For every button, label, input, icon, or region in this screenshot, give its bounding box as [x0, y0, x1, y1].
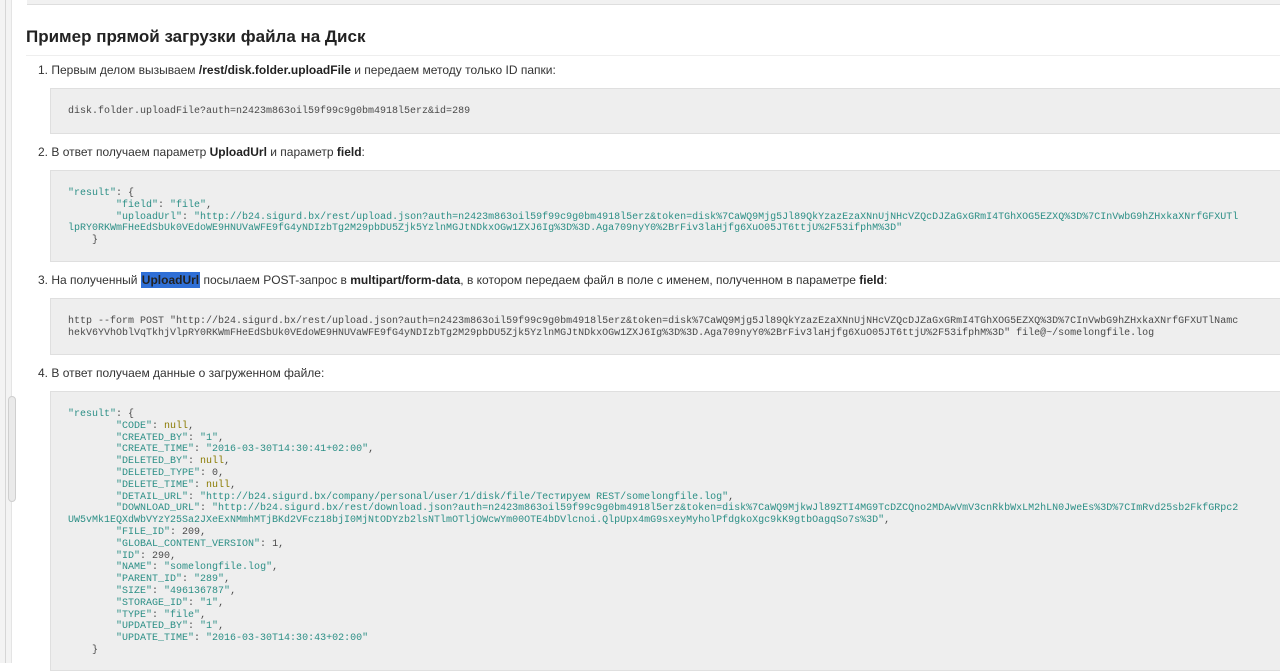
- json-key: "PARENT_ID": [116, 574, 183, 586]
- step-number: 4.: [38, 366, 49, 380]
- json-key: "STORAGE_ID": [116, 597, 189, 609]
- json-punct: : {: [116, 188, 135, 199]
- json-value: null: [164, 420, 189, 432]
- step-text: и параметр: [266, 145, 337, 159]
- json-key: "CODE": [116, 420, 153, 432]
- json-key: "DELETE_TIME": [116, 479, 195, 491]
- json-key: "DETAIL_URL": [116, 491, 189, 503]
- json-key: "field": [116, 199, 159, 211]
- json-value: 290: [152, 550, 171, 562]
- json-punct: }: [92, 644, 99, 656]
- method-name: /rest/disk.folder.uploadFile: [198, 63, 351, 77]
- json-value: "file": [164, 609, 201, 621]
- step-number: 2.: [38, 145, 49, 159]
- code-line: disk.folder.uploadFile?auth=n2423m863oil…: [68, 106, 471, 117]
- json-value: "289": [194, 574, 225, 586]
- json-value: "2016-03-30T14:30:43+02:00": [206, 633, 369, 645]
- code-block-post: http --form POST "http://b24.sigurd.bx/r…: [50, 298, 1280, 355]
- step-1: 1. Первым делом вызываем /rest/disk.fold…: [38, 63, 556, 77]
- json-key: "CREATE_TIME": [116, 444, 195, 456]
- json-value: null: [206, 479, 231, 491]
- step-text: :: [361, 145, 365, 159]
- json-key: "SIZE": [116, 585, 153, 597]
- json-value: "http://b24.sigurd.bx/rest/download.json…: [212, 503, 1239, 515]
- json-value: null: [200, 456, 225, 468]
- step-text: посылаем POST-запрос в: [200, 273, 351, 287]
- json-value: "somelongfile.log": [164, 562, 273, 574]
- resize-handle[interactable]: [8, 396, 16, 502]
- step-text: В ответ получаем данные о загруженном фа…: [48, 366, 325, 380]
- json-key: "uploadUrl": [116, 211, 183, 223]
- step-text: Первым делом вызываем: [48, 63, 199, 77]
- selected-text-uploadurl[interactable]: UploadUrl: [140, 272, 201, 288]
- step-number: 3.: [38, 273, 49, 287]
- content-type: multipart/form-data: [350, 273, 461, 287]
- json-value: "http://b24.sigurd.bx/company/personal/u…: [200, 491, 729, 503]
- json-value: "496136787": [164, 585, 231, 597]
- step-text: На полученный: [48, 273, 141, 287]
- json-key: "result": [68, 409, 117, 420]
- json-value: UW5vMk1EQXdWbVYzY25Sa2JXeExNMmhMTjBKd2VF…: [68, 515, 885, 527]
- json-key: "TYPE": [116, 609, 153, 621]
- json-value: "http://b24.sigurd.bx/rest/upload.json?a…: [194, 211, 1239, 223]
- code-block-file-data: "result": { "CODE": null, "CREATED_BY": …: [50, 391, 1280, 671]
- page-title: Пример прямой загрузки файла на Диск: [26, 27, 366, 46]
- json-value: "2016-03-30T14:30:41+02:00": [206, 444, 369, 456]
- json-value: lpRY0RKWmFHeEdSbUk0VEdoWE9HNUVaWFE9fG4yN…: [68, 223, 903, 235]
- json-key: "DELETED_BY": [116, 456, 189, 468]
- json-value: "1": [200, 597, 219, 609]
- title-divider: [26, 55, 1280, 56]
- json-key: "DOWNLOAD_URL": [116, 503, 201, 515]
- json-value: "1": [200, 621, 219, 633]
- step-2: 2. В ответ получаем параметр UploadUrl и…: [38, 145, 365, 159]
- left-rail: [0, 0, 12, 663]
- json-key: "NAME": [116, 562, 153, 574]
- step-text: :: [883, 273, 888, 287]
- step-text: , в котором передаем файл в поле с имене…: [460, 273, 860, 287]
- step-text: и передаем методу только ID папки:: [350, 63, 556, 77]
- rail-line: [5, 0, 6, 663]
- json-punct: : {: [116, 409, 135, 420]
- code-block-response: "result": { "field": "file", "uploadUrl"…: [50, 170, 1280, 262]
- param-field: field: [336, 145, 362, 159]
- json-key: "GLOBAL_CONTENT_VERSION": [116, 538, 261, 550]
- step-4: 4. В ответ получаем данные о загруженном…: [38, 366, 324, 380]
- json-punct: }: [92, 235, 99, 247]
- json-key: "DELETED_TYPE": [116, 467, 201, 479]
- code-block-request: disk.folder.uploadFile?auth=n2423m863oil…: [50, 88, 1280, 134]
- json-key: "ID": [116, 550, 141, 562]
- code-line: hekV6YVhOblVqTkhjVlpRY0RKWmFHeEdSbUk0VEd…: [68, 327, 1155, 339]
- step-text: В ответ получаем параметр: [48, 145, 210, 159]
- step-3: 3. На полученный UploadUrl посылаем POST…: [38, 272, 888, 288]
- json-value: "1": [200, 432, 219, 444]
- json-key: "result": [68, 188, 117, 199]
- json-key: "UPDATE_TIME": [116, 633, 195, 645]
- json-key: "CREATED_BY": [116, 432, 189, 444]
- json-key: "FILE_ID": [116, 526, 171, 538]
- step-number: 1.: [38, 63, 49, 77]
- code-line: http --form POST "http://b24.sigurd.bx/r…: [68, 316, 1239, 327]
- previous-code-block: [27, 0, 1280, 5]
- param-field: field: [859, 273, 884, 287]
- param-uploadurl: UploadUrl: [209, 145, 267, 159]
- json-key: "UPDATED_BY": [116, 621, 189, 633]
- json-value: "file": [170, 199, 207, 211]
- json-value: 209: [182, 526, 201, 538]
